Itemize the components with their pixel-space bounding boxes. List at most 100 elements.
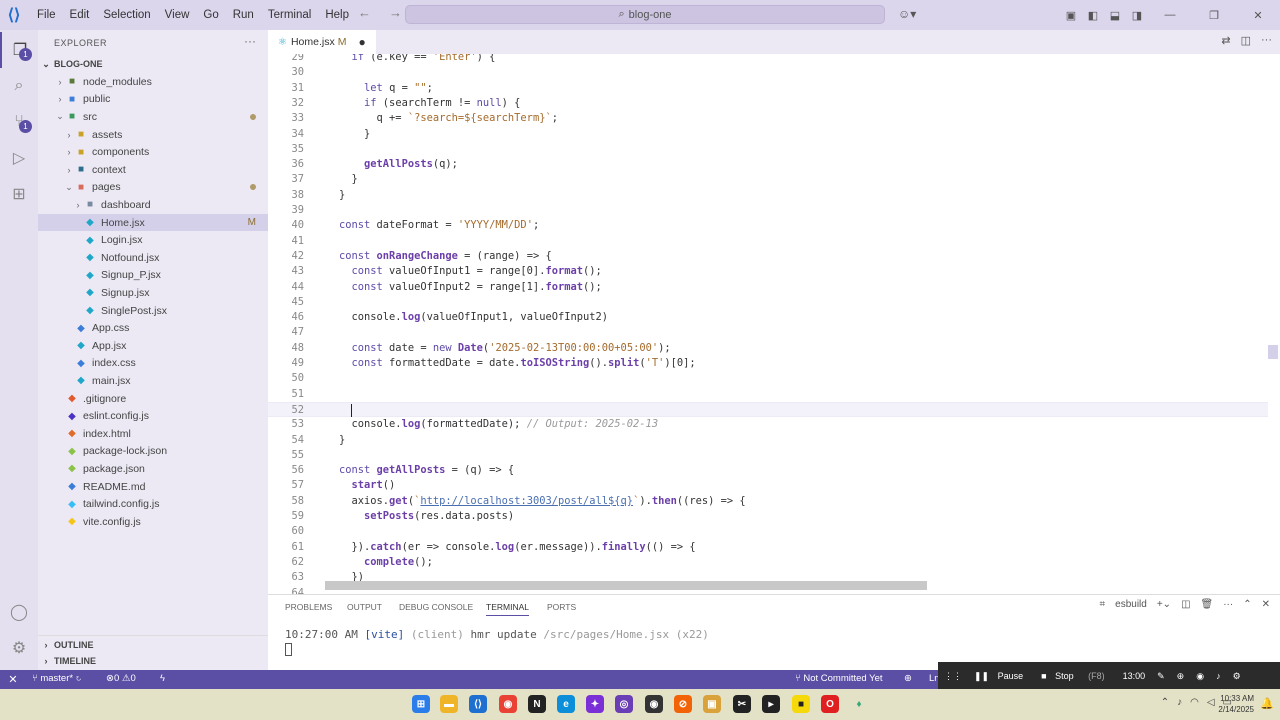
menu-go[interactable]: Go	[196, 0, 225, 30]
code-line[interactable]: 35	[268, 142, 1268, 157]
toggle-panel-icon[interactable]: ⬓	[1104, 9, 1126, 22]
chrome-icon[interactable]: ◉	[499, 695, 517, 713]
menu-terminal[interactable]: Terminal	[261, 0, 318, 30]
tree-item[interactable]: › ■ public	[38, 91, 268, 109]
tree-item[interactable]: ◆ vite.config.js	[38, 513, 268, 531]
drag-handle-icon[interactable]: ⋮⋮	[944, 671, 962, 682]
mic-icon[interactable]: ♪	[1216, 671, 1221, 681]
new-terminal-icon[interactable]: +⌄	[1157, 599, 1171, 610]
code-line[interactable]: 58 axios.get(`http://localhost:3003/post…	[268, 494, 1268, 509]
code-line[interactable]: 53 console.log(formattedDate); // Output…	[268, 417, 1268, 432]
problems-indicator[interactable]: ⊗0 ⚠0	[106, 673, 136, 684]
kill-terminal-icon[interactable]: 🗑	[1201, 599, 1214, 610]
more-actions-icon[interactable]: ···	[1261, 34, 1272, 47]
notification-icon[interactable]: 🔔	[1260, 697, 1274, 710]
panel-tab-debug-console[interactable]: DEBUG CONSOLE	[399, 602, 473, 612]
tree-item[interactable]: ◆ Home.jsx M	[38, 213, 268, 232]
code-line[interactable]: 30	[268, 65, 1268, 80]
tree-item[interactable]: › ■ assets	[38, 126, 268, 144]
app-icon-github[interactable]: ◎	[615, 695, 633, 713]
code-line[interactable]: 51	[268, 387, 1268, 402]
code-line[interactable]: 54}	[268, 433, 1268, 448]
ports-icon[interactable]: ϟ	[160, 673, 165, 684]
maximize-panel-icon[interactable]: ⌃	[1243, 599, 1251, 610]
code-line[interactable]: 39	[268, 203, 1268, 218]
panel-tab-problems[interactable]: PROBLEMS	[285, 602, 332, 612]
code-line[interactable]: 48 const date = new Date('2025-02-13T00:…	[268, 341, 1268, 356]
app-icon-yellow[interactable]: ■	[792, 695, 810, 713]
menu-file[interactable]: File	[30, 0, 63, 30]
run-debug-icon[interactable]: ▷	[0, 140, 38, 176]
code-line[interactable]: 59 setPosts(res.data.posts)	[268, 509, 1268, 524]
tree-item[interactable]: ◆ Notfound.jsx	[38, 249, 268, 267]
split-editor-icon[interactable]: ◫	[1241, 34, 1251, 47]
code-line[interactable]: 42 const onRangeChange = (range) => {	[268, 249, 1268, 264]
windows-start-icon[interactable]: ⊞	[412, 695, 430, 713]
panel-tab-output[interactable]: OUTPUT	[347, 602, 382, 612]
pen-icon[interactable]: ✎	[1157, 671, 1165, 682]
code-line[interactable]: 29 if (e.key == 'Enter') {	[268, 54, 1268, 65]
split-terminal-icon[interactable]: ◫	[1181, 599, 1190, 610]
code-line[interactable]: 61 }).catch(er => console.log(er.message…	[268, 540, 1268, 555]
code-line[interactable]: 44 const valueOfInput2 = range[1].format…	[268, 280, 1268, 295]
code-line[interactable]: 47	[268, 325, 1268, 340]
source-control-icon[interactable]: ⑂ 1	[0, 104, 38, 140]
git-blame-indicator[interactable]: ⑂ Not Committed Yet	[795, 673, 883, 684]
branch-indicator[interactable]: ⑂ master* ↻	[32, 673, 81, 684]
zoom-icon[interactable]: ⊕	[904, 673, 912, 684]
wifi-icon[interactable]: ◠	[1190, 697, 1199, 708]
app-icon-box[interactable]: ▣	[703, 695, 721, 713]
tree-item[interactable]: ◆ package-lock.json	[38, 443, 268, 461]
tree-item[interactable]: ◆ .gitignore	[38, 390, 268, 408]
tree-item[interactable]: › ■ dashboard	[38, 196, 268, 214]
camera-icon[interactable]: ◉	[1196, 671, 1204, 682]
code-line[interactable]: 46 console.log(valueOfInput1, valueOfInp…	[268, 310, 1268, 325]
tree-item[interactable]: ◆ Login.jsx	[38, 231, 268, 249]
extensions-icon[interactable]: ⊞	[0, 176, 38, 212]
code-line[interactable]: 33 q += `?search=${searchTerm}`;	[268, 111, 1268, 126]
code-line[interactable]: 49 const formattedDate = date.toISOStrin…	[268, 356, 1268, 371]
code-line[interactable]: 55	[268, 448, 1268, 463]
code-line[interactable]: 36 getAllPosts(q);	[268, 157, 1268, 172]
settings-icon[interactable]: ⚙	[1233, 671, 1241, 682]
panel-tab-terminal[interactable]: TERMINAL	[486, 602, 529, 616]
account-icon[interactable]: ◯	[0, 594, 38, 630]
unsaved-dot-icon[interactable]: ●	[358, 35, 365, 49]
code-line[interactable]: 38}	[268, 188, 1268, 203]
app-icon-drop[interactable]: ♦	[850, 695, 868, 713]
pause-button[interactable]: ❚❚ Pause	[974, 671, 1029, 682]
code-line[interactable]: 45	[268, 295, 1268, 310]
capcut-icon[interactable]: ✂	[733, 695, 751, 713]
volume-icon[interactable]: ◁	[1207, 697, 1215, 708]
tree-item[interactable]: › ■ context	[38, 161, 268, 179]
postman-icon[interactable]: ⊘	[674, 695, 692, 713]
code-line[interactable]: 37 }	[268, 172, 1268, 187]
code-line[interactable]: 62 complete();	[268, 555, 1268, 570]
code-line[interactable]: 50	[268, 371, 1268, 386]
manage-gear-icon[interactable]: ⚙	[0, 630, 38, 666]
tab-home-jsx[interactable]: ⚛ Home.jsx M ●	[268, 30, 376, 54]
menu-run[interactable]: Run	[226, 0, 261, 30]
app-icon-purple[interactable]: ✦	[586, 695, 604, 713]
tree-item[interactable]: › ■ node_modules	[38, 73, 268, 91]
code-line[interactable]: 41	[268, 234, 1268, 249]
notion-icon[interactable]: N	[528, 695, 546, 713]
code-line[interactable]: 40 const dateFormat = 'YYYY/MM/DD';	[268, 218, 1268, 233]
outline-section[interactable]: › OUTLINE	[38, 635, 268, 653]
zoom-in-icon[interactable]: ⊕	[1177, 671, 1185, 682]
tree-item[interactable]: ◆ eslint.config.js	[38, 407, 268, 425]
open-changes-icon[interactable]: ⇄	[1221, 34, 1230, 47]
tree-item[interactable]: ⌄ ■ pages	[38, 179, 268, 197]
code-line[interactable]: 43 const valueOfInput1 = range[0].format…	[268, 264, 1268, 279]
search-icon[interactable]: ⌕	[0, 68, 38, 104]
forward-arrow-icon[interactable]: →	[389, 5, 402, 20]
timeline-section[interactable]: › TIMELINE	[38, 652, 268, 670]
tree-item[interactable]: ◆ SinglePost.jsx	[38, 302, 268, 320]
tree-item[interactable]: ◆ tailwind.config.js	[38, 495, 268, 513]
copilot-icon[interactable]: ☺▾	[898, 7, 916, 21]
panel-tab-ports[interactable]: PORTS	[547, 602, 576, 612]
explorer-icon[interactable]: ❐1	[0, 32, 38, 68]
menu-edit[interactable]: Edit	[63, 0, 97, 30]
remote-indicator-icon[interactable]: ✕	[0, 670, 26, 689]
tree-item[interactable]: ◆ Signup_P.jsx	[38, 267, 268, 285]
